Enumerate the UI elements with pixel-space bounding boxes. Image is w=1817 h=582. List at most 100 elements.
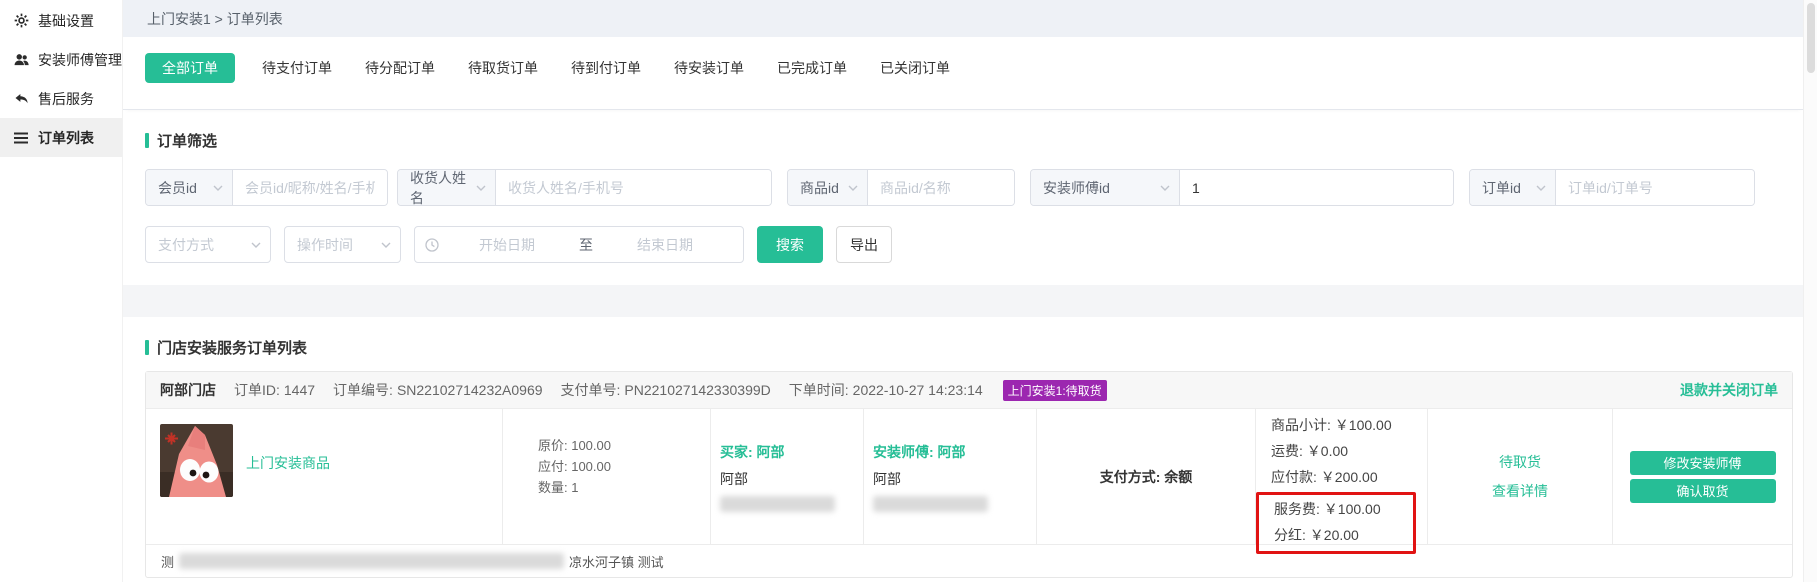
date-start-placeholder[interactable]: 开始日期 <box>439 235 575 255</box>
sidebar-item-after-sales[interactable]: 售后服务 <box>0 79 122 118</box>
chevron-down-icon <box>1536 185 1546 191</box>
gear-icon <box>13 13 29 29</box>
tab-pending-cod[interactable]: 待到付订单 <box>571 53 641 83</box>
tab-pending-pickup[interactable]: 待取货订单 <box>468 53 538 83</box>
order-card: 阿部门店 订单ID:1447 订单编号:SN22102714232A0969 支… <box>145 371 1793 578</box>
installer-id-select[interactable]: 安装师傅id <box>1031 170 1180 205</box>
change-installer-button[interactable]: 修改安装师傅 <box>1630 451 1776 475</box>
refund-close-order-link[interactable]: 退款并关闭订单 <box>1680 380 1778 400</box>
consignee-select[interactable]: 收货人姓名 <box>398 170 496 205</box>
order-list-title-text: 门店安装服务订单列表 <box>157 337 307 358</box>
consignee-search-input[interactable] <box>496 170 771 205</box>
filter-section-title: 订单筛选 <box>145 130 1793 151</box>
users-icon <box>13 52 29 68</box>
date-range-picker[interactable]: 开始日期 至 结束日期 <box>414 226 744 263</box>
order-search-input[interactable] <box>1556 170 1754 205</box>
pay-method-placeholder: 支付方式 <box>158 235 214 255</box>
address-suffix: 凉水河子镇 测试 <box>569 552 664 571</box>
status-cell: 待取货 查看详情 <box>1428 409 1613 544</box>
buyer-phone-redacted <box>720 496 835 512</box>
clock-icon <box>425 238 439 252</box>
address-prefix: 测 <box>161 552 174 571</box>
original-price: 原价: 100.00 <box>538 435 710 456</box>
filter-row-1: 会员id 收货人姓名 商品id <box>145 169 1793 206</box>
store-name: 阿部门店 <box>160 380 216 400</box>
payment-method-cell: 支付方式: 余额 <box>1037 409 1256 544</box>
payment-number-label: 支付单号: <box>561 382 621 398</box>
operation-time-select[interactable]: 操作时间 <box>284 226 401 263</box>
goods-subtotal: 商品小计: ￥100.00 <box>1271 412 1427 438</box>
installer-id-select-value: 安装师傅id <box>1043 178 1110 198</box>
actions-cell: 修改安装师傅 确认取货 <box>1613 409 1792 544</box>
scrollbar-track <box>1803 0 1817 582</box>
installer-name: 阿部 <box>873 469 1036 489</box>
goods-id-select[interactable]: 商品id <box>788 170 868 205</box>
breadcrumb: 上门安装1 > 订单列表 <box>123 0 1803 37</box>
view-details-link[interactable]: 查看详情 <box>1492 481 1548 501</box>
chevron-down-icon <box>251 242 261 248</box>
order-card-footer: 测 凉水河子镇 测试 <box>146 544 1792 577</box>
section-accent-bar <box>145 133 149 148</box>
order-id-label: 订单ID: <box>234 382 280 398</box>
date-range-separator: 至 <box>575 235 597 255</box>
chevron-down-icon <box>213 185 223 191</box>
order-list-title: 门店安装服务订单列表 <box>145 337 1793 358</box>
search-button[interactable]: 搜索 <box>757 226 823 263</box>
product-image <box>160 424 233 497</box>
filter-member: 会员id <box>145 169 388 206</box>
export-button[interactable]: 导出 <box>836 226 892 263</box>
order-card-body: 上门安装商品 原价: 100.00 应付: 100.00 数量: 1 买家: 阿… <box>146 409 1792 544</box>
section-accent-bar <box>145 340 149 355</box>
chevron-down-icon <box>848 185 858 191</box>
operation-time-placeholder: 操作时间 <box>297 235 353 255</box>
order-id-select[interactable]: 订单id <box>1470 170 1556 205</box>
member-search-input[interactable] <box>233 170 387 205</box>
installer-search-input[interactable] <box>1180 170 1453 205</box>
filter-consignee: 收货人姓名 <box>397 169 772 206</box>
dividend: 分红: ￥20.00 <box>1274 522 1413 548</box>
goods-search-input[interactable] <box>868 170 1014 205</box>
goods-id-select-value: 商品id <box>800 178 839 198</box>
sidebar-item-installer-management[interactable]: 安装师傅管理 <box>0 40 122 79</box>
filter-section-title-text: 订单筛选 <box>157 130 217 151</box>
order-number-label: 订单编号: <box>333 382 393 398</box>
sidebar-item-order-list[interactable]: 订单列表 <box>0 118 122 157</box>
breadcrumb-text: 上门安装1 > 订单列表 <box>147 9 283 29</box>
pay-method-select[interactable]: 支付方式 <box>145 226 271 263</box>
sidebar-item-basic-settings[interactable]: 基础设置 <box>0 1 122 40</box>
tab-completed[interactable]: 已完成订单 <box>777 53 847 83</box>
sidebar-item-label: 订单列表 <box>38 128 94 148</box>
payment-number: 支付单号:PN221027142330399D <box>561 380 771 400</box>
payable-price: 应付: 100.00 <box>538 456 710 477</box>
app-root: 基础设置 安装师傅管理 售后服务 订单列表 上门安装1 > 订单列表 全部订单 <box>0 0 1817 582</box>
amounts-cell: 商品小计: ￥100.00 运费: ￥0.00 应付款: ￥200.00 服务费… <box>1256 409 1428 544</box>
confirm-pickup-button[interactable]: 确认取货 <box>1630 479 1776 503</box>
installer-cell: 安装师傅: 阿部 阿部 <box>864 409 1037 544</box>
main-content: 上门安装1 > 订单列表 全部订单 待支付订单 待分配订单 待取货订单 待到付订… <box>123 0 1803 582</box>
scrollbar-thumb[interactable] <box>1807 3 1815 73</box>
order-time-label: 下单时间: <box>789 382 849 398</box>
order-number-value: SN22102714232A0969 <box>397 382 543 398</box>
buyer-name: 阿部 <box>720 469 863 489</box>
payment-method: 支付方式: 余额 <box>1100 467 1193 487</box>
member-id-select[interactable]: 会员id <box>146 170 233 205</box>
buyer-cell: 买家: 阿部 阿部 <box>711 409 864 544</box>
product-name-link[interactable]: 上门安装商品 <box>246 453 330 473</box>
order-id: 订单ID:1447 <box>234 380 315 400</box>
filter-row-2: 支付方式 操作时间 开始日期 至 结束日期 搜索 导出 <box>145 226 1793 263</box>
price-cell: 原价: 100.00 应付: 100.00 数量: 1 <box>503 409 711 544</box>
amount-payable: 应付款: ￥200.00 <box>1271 464 1427 490</box>
sidebar-item-label: 安装师傅管理 <box>38 50 122 70</box>
order-time: 下单时间:2022-10-27 14:23:14 <box>789 380 983 400</box>
tab-pending-installation[interactable]: 待安装订单 <box>674 53 744 83</box>
filter-installer: 安装师傅id <box>1030 169 1454 206</box>
filter-goods: 商品id <box>787 169 1015 206</box>
tab-pending-assignment[interactable]: 待分配订单 <box>365 53 435 83</box>
date-end-placeholder[interactable]: 结束日期 <box>597 235 733 255</box>
order-number: 订单编号:SN22102714232A0969 <box>333 380 542 400</box>
filter-order: 订单id <box>1469 169 1755 206</box>
tab-all-orders[interactable]: 全部订单 <box>145 53 235 83</box>
member-id-select-value: 会员id <box>158 178 197 198</box>
tab-closed[interactable]: 已关闭订单 <box>880 53 950 83</box>
tab-pending-payment[interactable]: 待支付订单 <box>262 53 332 83</box>
